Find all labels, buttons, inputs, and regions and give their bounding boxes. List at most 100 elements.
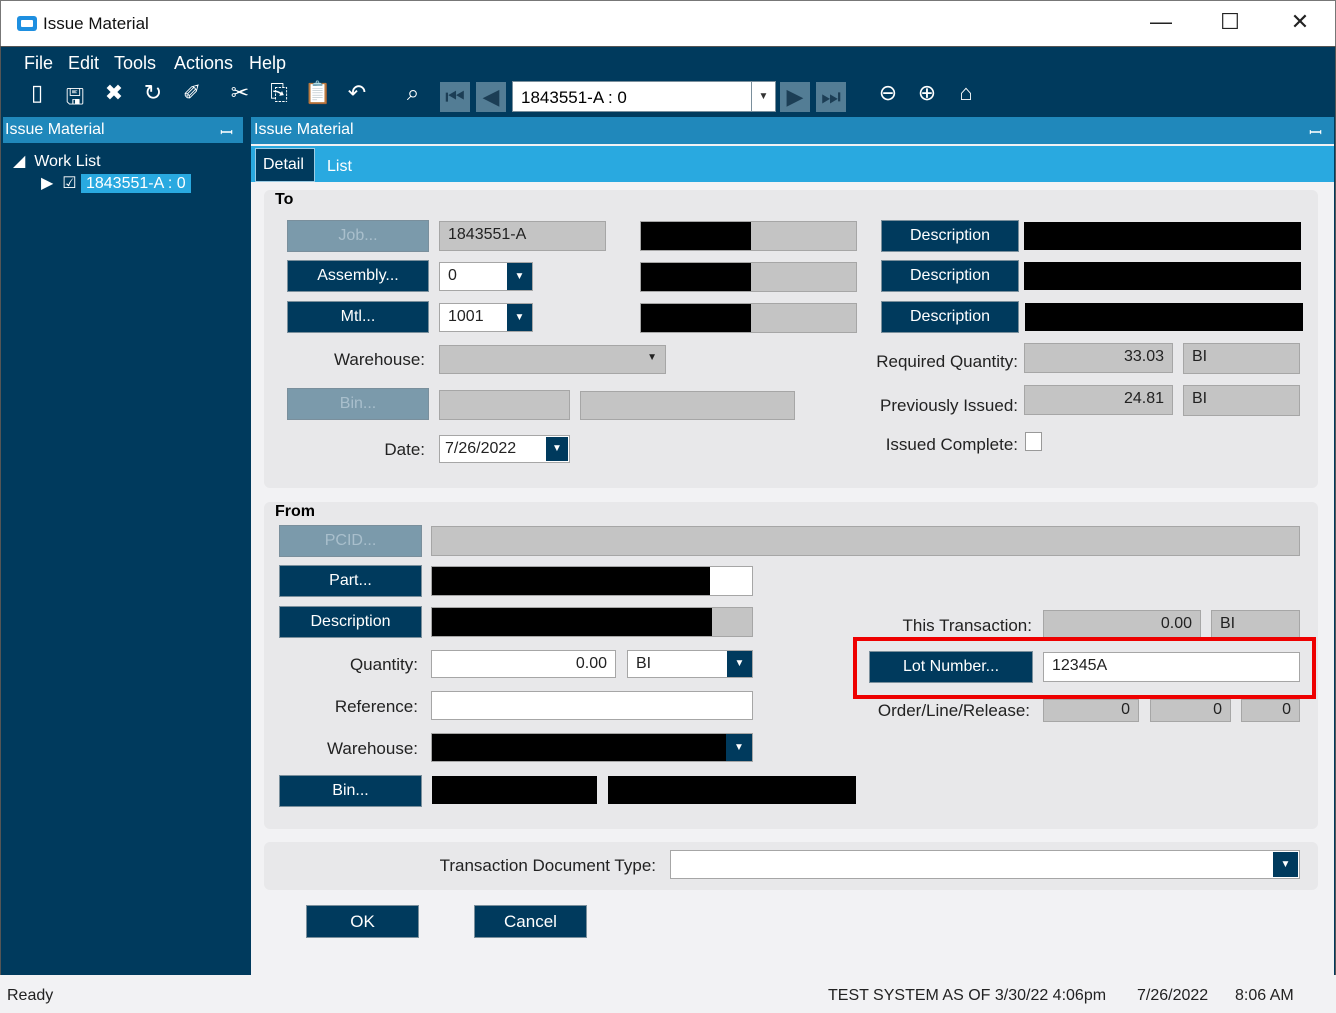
status-text: Ready: [7, 987, 54, 1004]
chevron-down-icon[interactable]: ▼: [726, 734, 752, 761]
window-title: Issue Material: [43, 14, 149, 33]
reference-field[interactable]: [431, 691, 753, 720]
left-panel-title: Issue Material: [5, 121, 105, 138]
to-warehouse-select[interactable]: ▼: [439, 345, 666, 374]
cut-icon[interactable]: ✂: [225, 80, 255, 106]
last-record-button[interactable]: ⏭: [816, 82, 846, 112]
assembly-field[interactable]: 0 ▼: [439, 262, 533, 291]
first-record-button[interactable]: ⏮: [440, 82, 470, 112]
to-group-title: To: [275, 191, 294, 208]
tab-detail[interactable]: Detail: [255, 148, 315, 182]
pcid-field[interactable]: [431, 526, 1300, 556]
cancel-button[interactable]: Cancel: [474, 905, 587, 938]
to-bin-button[interactable]: Bin...: [287, 388, 429, 420]
status-system: TEST SYSTEM AS OF 3/30/22 4:06pm: [828, 987, 1107, 1004]
this-transaction-label: This Transaction:: [902, 616, 1032, 635]
job-desc-field: [640, 221, 857, 251]
search-icon[interactable]: ⌕: [398, 80, 428, 106]
menu-tools[interactable]: Tools: [114, 53, 156, 74]
tab-list[interactable]: List: [327, 158, 352, 176]
chevron-down-icon[interactable]: ▼: [751, 82, 775, 111]
description-button-1[interactable]: Description: [881, 220, 1019, 252]
minimize-button[interactable]: —: [1141, 9, 1181, 35]
redacted: [1025, 303, 1303, 331]
calendar-dropdown-icon[interactable]: ▼: [546, 437, 568, 461]
mtl-field[interactable]: 1001 ▼: [439, 303, 533, 332]
order-field: 0: [1043, 699, 1139, 722]
clear-icon[interactable]: ✐: [177, 80, 207, 106]
chevron-down-icon[interactable]: ▼: [507, 263, 532, 290]
left-panel-header: Issue Material ꟷ: [3, 117, 243, 143]
job-field[interactable]: 1843551-A: [439, 221, 606, 251]
mtl-button[interactable]: Mtl...: [287, 301, 429, 333]
issued-complete-checkbox[interactable]: [1025, 432, 1042, 451]
redacted: [1024, 222, 1301, 250]
chevron-down-icon[interactable]: ▼: [727, 651, 752, 677]
quantity-field[interactable]: 0.00: [431, 650, 616, 678]
menu-actions[interactable]: Actions: [174, 53, 233, 74]
pin-icon[interactable]: ꟷ: [1309, 121, 1322, 143]
to-bin-field[interactable]: [439, 390, 570, 420]
tab-strip: Detail List: [251, 146, 1334, 182]
from-bin-desc-field: [608, 776, 856, 804]
transaction-document-type-label: Transaction Document Type:: [439, 856, 656, 875]
copy-icon[interactable]: ⎘: [264, 80, 294, 106]
issued-complete-label: Issued Complete:: [885, 435, 1018, 454]
next-record-button[interactable]: ▶: [780, 82, 810, 112]
date-field[interactable]: 7/26/2022 ▼: [439, 435, 570, 463]
quantity-uom-select[interactable]: BI ▼: [627, 650, 753, 678]
description-button-2[interactable]: Description: [881, 260, 1019, 292]
forward-icon[interactable]: ⊕: [912, 80, 942, 106]
lot-number-field[interactable]: 12345A: [1043, 652, 1300, 682]
delete-icon[interactable]: ✖: [99, 80, 129, 106]
from-warehouse-select[interactable]: ▼: [431, 733, 753, 762]
menu-help[interactable]: Help: [249, 53, 286, 74]
warehouse-label: Warehouse:: [333, 350, 425, 369]
status-date: 7/26/2022: [1137, 987, 1209, 1004]
tree-item-label: 1843551-A : 0: [80, 174, 191, 193]
transaction-document-type-select[interactable]: ▼: [670, 850, 1300, 879]
quantity-uom-value: BI: [636, 655, 652, 672]
chevron-down-icon[interactable]: ▼: [507, 304, 532, 331]
job-button[interactable]: Job...: [287, 220, 429, 252]
redacted: [641, 263, 751, 291]
from-bin-field[interactable]: [432, 776, 597, 804]
app-icon: [17, 16, 37, 31]
ok-button[interactable]: OK: [306, 905, 419, 938]
reference-label: Reference:: [334, 697, 418, 716]
pcid-button[interactable]: PCID...: [279, 525, 422, 557]
required-quantity-label: Required Quantity:: [876, 352, 1018, 371]
refresh-icon[interactable]: ↻: [138, 80, 168, 106]
tree-root[interactable]: ◢ Work List: [13, 151, 101, 171]
close-button[interactable]: ✕: [1280, 9, 1320, 35]
previously-issued-label: Previously Issued:: [880, 396, 1018, 415]
part-description-field: [431, 607, 753, 637]
status-bar: Ready TEST SYSTEM AS OF 3/30/22 4:06pm 7…: [0, 975, 1336, 1013]
from-bin-button[interactable]: Bin...: [279, 775, 422, 807]
part-button[interactable]: Part...: [279, 565, 422, 597]
record-combo[interactable]: 1843551-A : 0 ▼: [512, 81, 776, 112]
save-icon[interactable]: 🖫: [60, 80, 90, 118]
redacted: [432, 608, 712, 636]
quantity-label: Quantity:: [349, 655, 418, 674]
back-icon[interactable]: ⊖: [873, 80, 903, 106]
chevron-down-icon[interactable]: ▼: [1273, 852, 1298, 877]
part-field[interactable]: [431, 566, 753, 596]
tree-item[interactable]: ▶ ☑ 1843551-A : 0: [41, 173, 191, 193]
pin-icon[interactable]: ꟷ: [220, 121, 233, 143]
lot-number-button[interactable]: Lot Number...: [869, 651, 1033, 683]
menu-edit[interactable]: Edit: [68, 53, 99, 74]
assembly-button[interactable]: Assembly...: [287, 260, 429, 292]
main-panel-header: Issue Material ꟷ: [251, 117, 1334, 144]
home-icon[interactable]: ⌂: [951, 80, 981, 106]
new-icon[interactable]: ▯: [22, 80, 52, 106]
prev-record-button[interactable]: ◀: [476, 82, 506, 112]
undo-icon[interactable]: ↶: [342, 80, 372, 106]
maximize-button[interactable]: ☐: [1210, 9, 1250, 35]
part-description-button[interactable]: Description: [279, 606, 422, 638]
from-warehouse-label: Warehouse:: [326, 739, 418, 758]
menu-file[interactable]: File: [24, 53, 53, 74]
description-button-3[interactable]: Description: [881, 301, 1019, 333]
paste-icon[interactable]: 📋: [303, 80, 333, 106]
release-field: 0: [1241, 699, 1300, 722]
